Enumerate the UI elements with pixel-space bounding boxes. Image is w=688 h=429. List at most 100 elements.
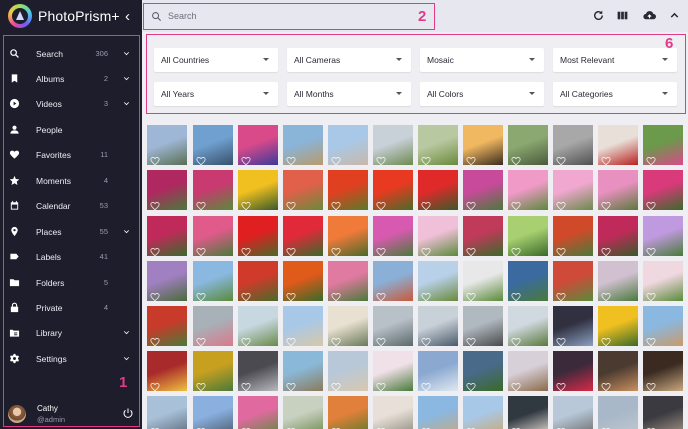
photo-thumbnail[interactable] <box>238 396 278 429</box>
photo-thumbnail[interactable] <box>463 125 503 165</box>
photo-thumbnail[interactable] <box>643 125 683 165</box>
photo-thumbnail[interactable] <box>193 351 233 391</box>
favorite-heart-icon[interactable] <box>241 424 251 429</box>
favorite-heart-icon[interactable] <box>601 424 611 429</box>
refresh-icon[interactable] <box>592 9 605 22</box>
photo-thumbnail[interactable] <box>373 261 413 301</box>
photo-thumbnail[interactable] <box>463 216 503 256</box>
favorite-heart-icon[interactable] <box>511 153 521 165</box>
photo-thumbnail[interactable] <box>283 396 323 429</box>
photo-thumbnail[interactable] <box>283 351 323 391</box>
photo-thumbnail[interactable] <box>418 396 458 429</box>
photo-thumbnail[interactable] <box>373 351 413 391</box>
favorite-heart-icon[interactable] <box>286 289 296 301</box>
chevron-up-icon[interactable] <box>668 9 681 22</box>
favorite-heart-icon[interactable] <box>556 153 566 165</box>
photo-thumbnail[interactable] <box>147 125 187 165</box>
favorite-heart-icon[interactable] <box>286 334 296 346</box>
favorite-heart-icon[interactable] <box>150 289 160 301</box>
favorite-heart-icon[interactable] <box>286 379 296 391</box>
photo-thumbnail[interactable] <box>508 261 548 301</box>
favorite-heart-icon[interactable] <box>646 153 656 165</box>
favorite-heart-icon[interactable] <box>646 424 656 429</box>
favorite-heart-icon[interactable] <box>196 198 206 210</box>
favorite-heart-icon[interactable] <box>556 379 566 391</box>
favorite-heart-icon[interactable] <box>376 198 386 210</box>
favorite-heart-icon[interactable] <box>511 424 521 429</box>
favorite-heart-icon[interactable] <box>511 198 521 210</box>
photo-thumbnail[interactable] <box>598 396 638 429</box>
photo-thumbnail[interactable] <box>147 261 187 301</box>
photo-thumbnail[interactable] <box>193 170 233 210</box>
photo-thumbnail[interactable] <box>598 261 638 301</box>
photo-thumbnail[interactable] <box>553 351 593 391</box>
favorite-heart-icon[interactable] <box>556 334 566 346</box>
favorite-heart-icon[interactable] <box>601 153 611 165</box>
favorite-heart-icon[interactable] <box>196 153 206 165</box>
favorite-heart-icon[interactable] <box>556 198 566 210</box>
favorite-heart-icon[interactable] <box>421 198 431 210</box>
favorite-heart-icon[interactable] <box>196 379 206 391</box>
photo-thumbnail[interactable] <box>328 261 368 301</box>
favorite-heart-icon[interactable] <box>466 379 476 391</box>
photo-thumbnail[interactable] <box>598 216 638 256</box>
photo-thumbnail[interactable] <box>508 125 548 165</box>
favorite-heart-icon[interactable] <box>511 379 521 391</box>
photo-thumbnail[interactable] <box>373 396 413 429</box>
photo-thumbnail[interactable] <box>147 396 187 429</box>
photoprism-logo-icon[interactable] <box>8 4 32 28</box>
photo-thumbnail[interactable] <box>643 216 683 256</box>
photo-thumbnail[interactable] <box>418 261 458 301</box>
photo-thumbnail[interactable] <box>373 216 413 256</box>
photo-thumbnail[interactable] <box>328 351 368 391</box>
photo-thumbnail[interactable] <box>553 170 593 210</box>
photo-thumbnail[interactable] <box>418 351 458 391</box>
favorite-heart-icon[interactable] <box>150 424 160 429</box>
photo-thumbnail[interactable] <box>147 170 187 210</box>
photo-thumbnail[interactable] <box>553 396 593 429</box>
favorite-heart-icon[interactable] <box>150 198 160 210</box>
photo-thumbnail[interactable] <box>598 306 638 346</box>
favorite-heart-icon[interactable] <box>511 244 521 256</box>
photo-thumbnail[interactable] <box>643 351 683 391</box>
favorite-heart-icon[interactable] <box>331 244 341 256</box>
photo-thumbnail[interactable] <box>643 261 683 301</box>
photo-thumbnail[interactable] <box>463 351 503 391</box>
favorite-heart-icon[interactable] <box>466 244 476 256</box>
photo-thumbnail[interactable] <box>193 306 233 346</box>
favorite-heart-icon[interactable] <box>556 289 566 301</box>
favorite-heart-icon[interactable] <box>331 379 341 391</box>
favorite-heart-icon[interactable] <box>601 379 611 391</box>
photo-thumbnail[interactable] <box>418 306 458 346</box>
photo-thumbnail[interactable] <box>643 306 683 346</box>
favorite-heart-icon[interactable] <box>466 334 476 346</box>
favorite-heart-icon[interactable] <box>196 244 206 256</box>
favorite-heart-icon[interactable] <box>421 244 431 256</box>
photo-thumbnail[interactable] <box>328 306 368 346</box>
favorite-heart-icon[interactable] <box>196 289 206 301</box>
photo-thumbnail[interactable] <box>643 396 683 429</box>
favorite-heart-icon[interactable] <box>601 289 611 301</box>
favorite-heart-icon[interactable] <box>241 198 251 210</box>
collapse-sidebar-icon[interactable]: ‹ <box>125 8 130 25</box>
favorite-heart-icon[interactable] <box>196 424 206 429</box>
photo-thumbnail[interactable] <box>238 216 278 256</box>
favorite-heart-icon[interactable] <box>646 198 656 210</box>
favorite-heart-icon[interactable] <box>421 289 431 301</box>
favorite-heart-icon[interactable] <box>466 289 476 301</box>
favorite-heart-icon[interactable] <box>421 334 431 346</box>
photo-thumbnail[interactable] <box>193 261 233 301</box>
favorite-heart-icon[interactable] <box>241 334 251 346</box>
favorite-heart-icon[interactable] <box>286 198 296 210</box>
favorite-heart-icon[interactable] <box>241 244 251 256</box>
photo-thumbnail[interactable] <box>238 306 278 346</box>
photo-thumbnail[interactable] <box>238 261 278 301</box>
favorite-heart-icon[interactable] <box>376 334 386 346</box>
photo-thumbnail[interactable] <box>238 125 278 165</box>
favorite-heart-icon[interactable] <box>331 289 341 301</box>
favorite-heart-icon[interactable] <box>150 153 160 165</box>
photo-thumbnail[interactable] <box>193 396 233 429</box>
photo-thumbnail[interactable] <box>373 170 413 210</box>
favorite-heart-icon[interactable] <box>286 424 296 429</box>
photo-thumbnail[interactable] <box>508 216 548 256</box>
